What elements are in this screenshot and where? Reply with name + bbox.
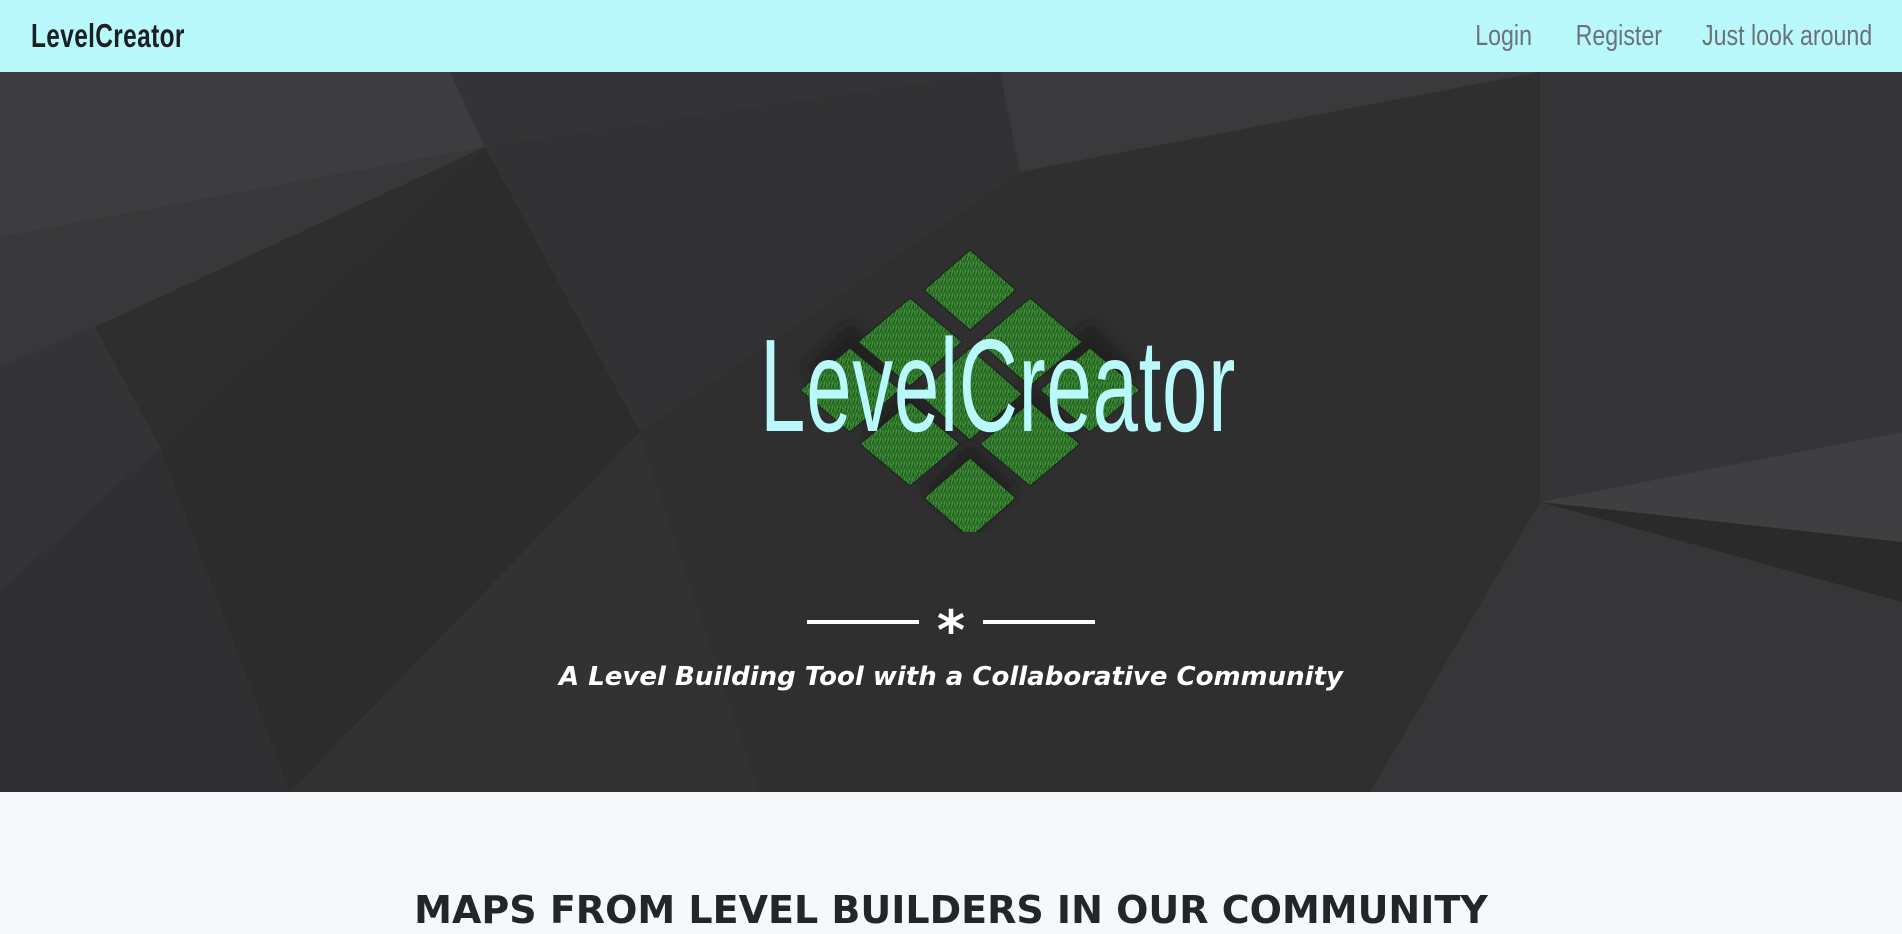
- hero-divider: *: [807, 592, 1095, 658]
- community-maps-heading: MAPS FROM LEVEL BUILDERS IN OUR COMMUNIT…: [414, 888, 1488, 932]
- top-navbar: LevelCreator Login Register Just look ar…: [0, 0, 1902, 72]
- divider-line-left: [807, 620, 919, 624]
- divider-line-right: [983, 620, 1095, 624]
- hero-banner: LevelCreator * A Level Building Tool wit…: [0, 72, 1902, 792]
- levelcreator-logo: LevelCreator: [740, 172, 1235, 532]
- asterisk-icon: *: [936, 599, 966, 662]
- brand-link[interactable]: LevelCreator: [31, 17, 185, 55]
- register-link[interactable]: Register: [1558, 20, 1662, 53]
- logo-text: LevelCreator: [760, 312, 1236, 459]
- just-look-around-link[interactable]: Just look around: [1702, 20, 1872, 53]
- hero-tagline: A Level Building Tool with a Collaborati…: [559, 662, 1343, 692]
- nav-links: Login Register Just look around: [1436, 20, 1872, 53]
- login-link[interactable]: Login: [1452, 20, 1532, 53]
